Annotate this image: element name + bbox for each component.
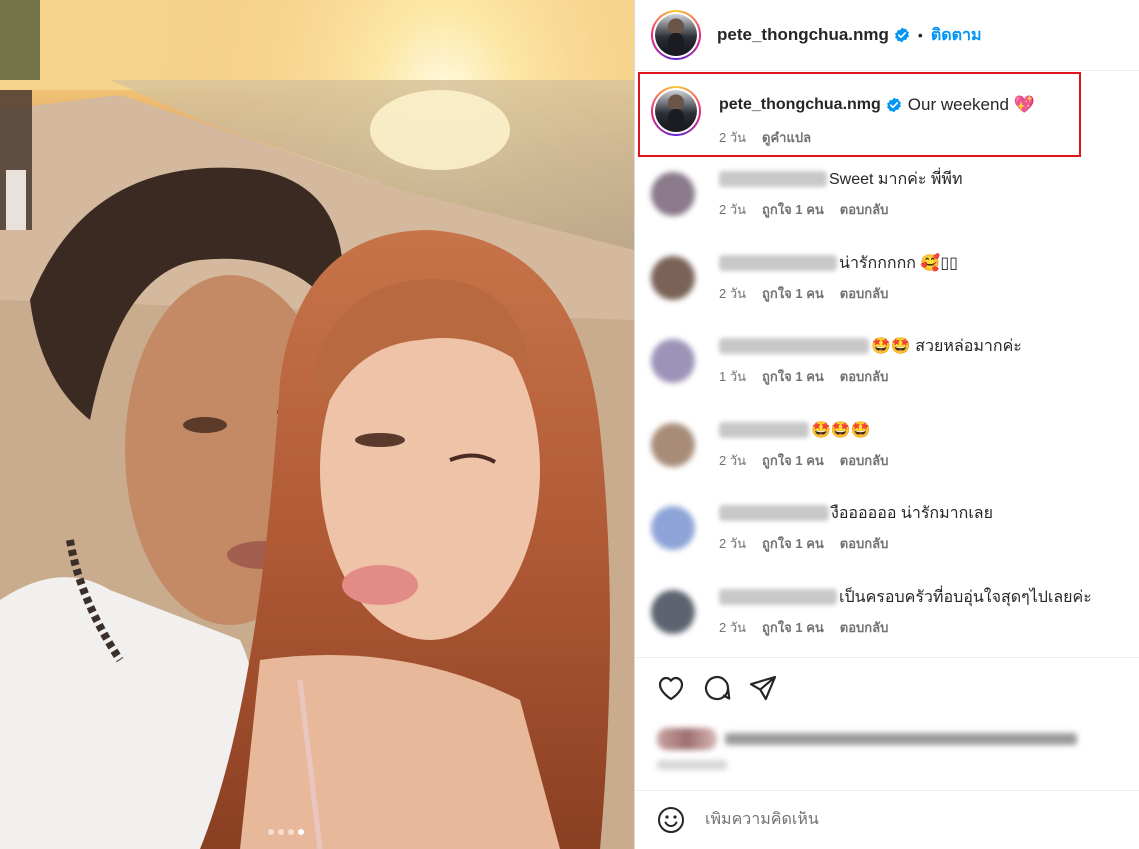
author-username[interactable]: pete_thongchua.nmg	[717, 25, 889, 45]
commenter-username-blurred[interactable]	[719, 422, 809, 438]
comment-timestamp[interactable]: 2 วัน	[719, 199, 746, 220]
selfie-photo-illustration	[0, 0, 634, 849]
comment-text: งืออออออ น่ารักมากเลย	[831, 504, 993, 522]
reply-button[interactable]: ตอบกลับ	[840, 366, 889, 387]
comment-text: Sweet มากค่ะ พี่พีท	[829, 170, 963, 188]
comment-timestamp[interactable]: 2 วัน	[719, 450, 746, 471]
send-icon[interactable]	[747, 672, 779, 704]
commenter-avatar[interactable]	[651, 339, 695, 383]
author-avatar[interactable]	[651, 10, 701, 60]
comment-text: เป็นครอบครัวที่อบอุ่นใจสุดๆไปเลยค่ะ	[839, 588, 1092, 606]
comment-icon[interactable]	[701, 672, 733, 704]
caption-username[interactable]: pete_thongchua.nmg	[719, 96, 881, 114]
commenter-username-blurred[interactable]	[719, 505, 829, 521]
post-caption: pete_thongchua.nmg Our weekend 💖 2 วัน ด…	[651, 86, 1035, 148]
commenter-username-blurred[interactable]	[719, 338, 869, 354]
commenter-avatar[interactable]	[651, 423, 695, 467]
carousel-dot[interactable]	[268, 829, 274, 835]
commenter-username-blurred[interactable]	[719, 255, 837, 271]
heart-icon[interactable]	[655, 672, 687, 704]
dot-separator: •	[917, 27, 923, 43]
post-actions-bar	[635, 657, 1139, 717]
caption-timestamp[interactable]: 2 วัน	[719, 127, 746, 148]
verified-badge-icon	[895, 27, 909, 43]
reply-button[interactable]: ตอบกลับ	[840, 533, 889, 554]
comment-item: น่ารักกกกก 🥰▯▯ 2 วัน ถูกใจ 1 คน ตอบกลับ	[651, 252, 958, 304]
comment-text: 🤩🤩 สวยหล่อมากค่ะ	[871, 337, 1022, 355]
comment-text: น่ารักกกกก 🥰▯▯	[839, 254, 958, 272]
follow-button[interactable]: ติดตาม	[931, 23, 982, 48]
comment-like-count[interactable]: ถูกใจ 1 คน	[762, 283, 824, 304]
comment-text: 🤩🤩🤩	[811, 422, 871, 439]
carousel-dot[interactable]	[278, 829, 284, 835]
post-header: pete_thongchua.nmg • ติดตาม	[635, 0, 1139, 71]
comment-item: เป็นครอบครัวที่อบอุ่นใจสุดๆไปเลยค่ะ 2 วัน…	[651, 586, 1092, 638]
commenter-avatar[interactable]	[651, 256, 695, 300]
post-side-panel: pete_thongchua.nmg • ติดตาม pete_thongch…	[634, 0, 1139, 849]
reply-button[interactable]: ตอบกลับ	[840, 283, 889, 304]
comment-item: 🤩🤩🤩 2 วัน ถูกใจ 1 คน ตอบกลับ	[651, 419, 888, 471]
comment-timestamp[interactable]: 2 วัน	[719, 617, 746, 638]
comment-item: Sweet มากค่ะ พี่พีท 2 วัน ถูกใจ 1 คน ตอบกลั…	[651, 168, 963, 220]
commenter-avatar[interactable]	[651, 506, 695, 550]
caption-text: Our weekend 💖	[907, 95, 1035, 114]
comment-like-count[interactable]: ถูกใจ 1 คน	[762, 617, 824, 638]
commenter-username-blurred[interactable]	[719, 589, 837, 605]
comment-item: งืออออออ น่ารักมากเลย 2 วัน ถูกใจ 1 คน ตอบก…	[651, 502, 993, 554]
commenter-avatar[interactable]	[651, 590, 695, 634]
comment-input[interactable]	[705, 811, 1105, 829]
liked-by-summary-blurred	[657, 726, 1077, 752]
commenter-username-blurred[interactable]	[719, 171, 827, 187]
carousel-dot[interactable]	[288, 829, 294, 835]
reply-button[interactable]: ตอบกลับ	[840, 450, 889, 471]
caption-author-avatar[interactable]	[651, 86, 701, 136]
comment-timestamp[interactable]: 1 วัน	[719, 366, 746, 387]
carousel-dot-active[interactable]	[298, 829, 304, 835]
verified-badge-icon	[886, 97, 901, 113]
reply-button[interactable]: ตอบกลับ	[840, 199, 889, 220]
comment-timestamp[interactable]: 2 วัน	[719, 283, 746, 304]
add-comment-bar	[635, 790, 1139, 849]
comment-like-count[interactable]: ถูกใจ 1 คน	[762, 533, 824, 554]
comment-like-count[interactable]: ถูกใจ 1 คน	[762, 450, 824, 471]
reply-button[interactable]: ตอบกลับ	[840, 617, 889, 638]
comment-like-count[interactable]: ถูกใจ 1 คน	[762, 199, 824, 220]
comment-like-count[interactable]: ถูกใจ 1 คน	[762, 366, 824, 387]
smiley-icon[interactable]	[655, 804, 687, 836]
comment-timestamp[interactable]: 2 วัน	[719, 533, 746, 554]
post-photo[interactable]	[0, 0, 634, 849]
commenter-avatar[interactable]	[651, 172, 695, 216]
post-date-blurred	[657, 760, 727, 770]
carousel-dots	[268, 829, 304, 835]
comment-item: 🤩🤩 สวยหล่อมากค่ะ 1 วัน ถูกใจ 1 คน ตอบกลับ	[651, 335, 1022, 387]
see-translation-link[interactable]: ดูคำแปล	[762, 127, 811, 148]
